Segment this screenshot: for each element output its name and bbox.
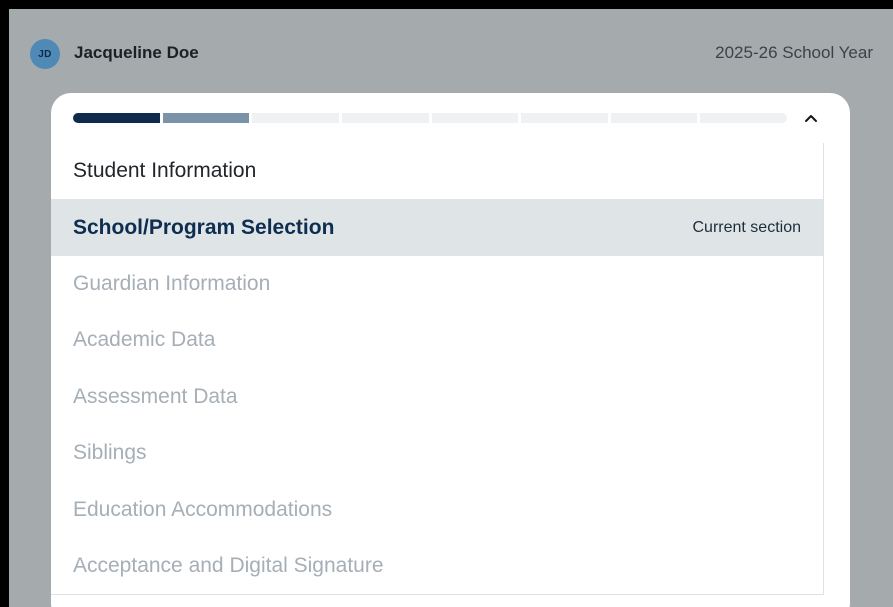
section-item-label: Student Information (73, 159, 257, 183)
school-year-label: 2025-26 School Year (715, 43, 873, 62)
section-item-guardian-information[interactable]: Guardian Information (51, 256, 823, 312)
chevron-up-icon (805, 115, 817, 122)
section-item-label: School/Program Selection (73, 215, 335, 239)
section-item-assessment-data[interactable]: Assessment Data (51, 369, 823, 425)
section-item-label: Education Accommodations (73, 497, 333, 521)
collapse-sections-button[interactable] (799, 106, 823, 130)
current-section-badge: Current section (692, 218, 802, 236)
avatar: JD (30, 39, 60, 69)
progress-segment-1 (73, 113, 160, 123)
progress-segment-8 (700, 113, 787, 123)
progress-segment-5 (431, 113, 519, 123)
section-item-label: Assessment Data (73, 384, 238, 408)
section-item-siblings[interactable]: Siblings (51, 425, 823, 481)
section-navigator-panel: Student Information School/Program Selec… (51, 93, 850, 607)
user-name: Jacqueline Doe (74, 43, 199, 62)
section-item-school-program-selection[interactable]: School/Program Selection Current section (51, 199, 823, 256)
section-item-label: Acceptance and Digital Signature (73, 553, 384, 577)
app-frame: JD Jacqueline Doe 2025-26 School Year St… (9, 9, 893, 607)
section-list: Student Information School/Program Selec… (51, 143, 824, 595)
top-bar: JD Jacqueline Doe 2025-26 School Year (9, 9, 893, 99)
progress-segment-6 (521, 113, 608, 123)
progress-segment-7 (610, 113, 698, 123)
section-item-label: Academic Data (73, 328, 216, 352)
section-item-label: Siblings (73, 441, 147, 465)
section-item-education-accommodations[interactable]: Education Accommodations (51, 481, 823, 537)
section-item-acceptance-digital-signature[interactable]: Acceptance and Digital Signature (51, 538, 823, 594)
progress-segment-4 (341, 113, 429, 123)
progress-segment-2 (162, 113, 250, 123)
progress-bar (73, 113, 787, 123)
section-item-academic-data[interactable]: Academic Data (51, 312, 823, 368)
section-item-label: Guardian Information (73, 271, 271, 295)
progress-segment-3 (252, 113, 339, 123)
section-item-student-information[interactable]: Student Information (51, 143, 823, 199)
